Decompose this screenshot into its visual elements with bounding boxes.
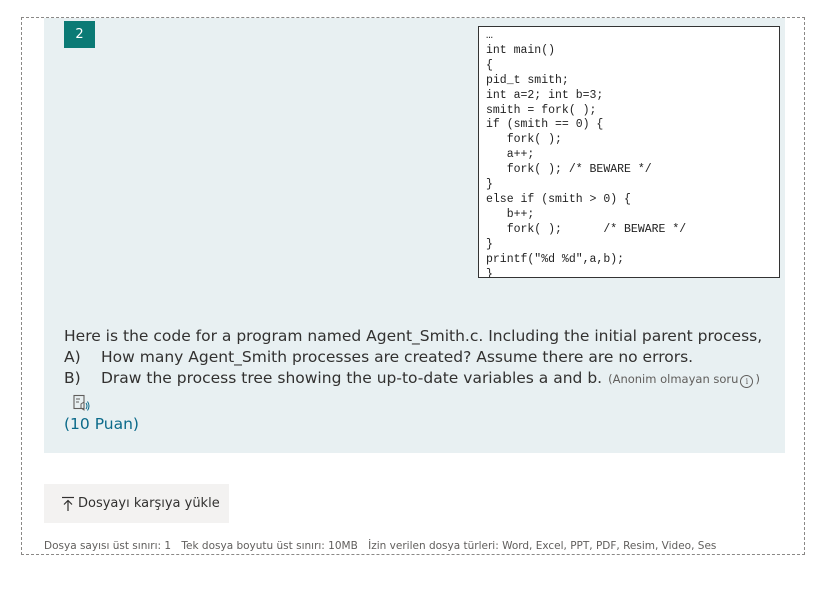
hint-close: ) xyxy=(755,372,760,386)
question-card: 2 … int main(){pid_t smith; int a=2; int b… xyxy=(21,17,805,555)
code-line: fork( ); /* BEWARE */ xyxy=(486,222,687,236)
immersive-reader-icon[interactable] xyxy=(64,394,779,414)
code-line: smith = fork( ); xyxy=(486,103,597,117)
code-line: printf("%d %d",a,b); xyxy=(486,252,625,266)
question-panel: 2 … int main(){pid_t smith; int a=2; int b… xyxy=(44,18,785,453)
code-line: { xyxy=(486,58,493,72)
part-a-text: How many Agent_Smith processes are creat… xyxy=(101,348,694,366)
part-a-prefix: A) xyxy=(64,348,81,366)
question-text: Here is the code for a program named Age… xyxy=(64,326,779,435)
question-intro: Here is the code for a program named Age… xyxy=(64,327,763,345)
part-b-prefix: B) xyxy=(64,369,81,387)
max-size-text: Tek dosya boyutu üst sınırı: 10MB xyxy=(181,540,358,552)
code-line: } xyxy=(486,267,493,278)
allowed-types-text: İzin verilen dosya türleri: Word, Excel,… xyxy=(368,540,717,552)
code-line: … xyxy=(486,29,493,42)
question-number-badge: 2 xyxy=(64,21,95,48)
question-part-b: B) Draw the process tree showing the up-… xyxy=(64,368,779,390)
code-line: else if (smith > 0) { xyxy=(486,192,631,206)
upload-button-label: Dosyayı karşıya yükle xyxy=(78,496,220,511)
upload-limits-footer: Dosya sayısı üst sınırı: 1 Tek dosya boy… xyxy=(44,540,723,552)
code-line: int main() xyxy=(486,43,556,57)
code-line: if (smith == 0) { xyxy=(486,118,604,132)
info-icon[interactable]: i xyxy=(740,375,754,388)
part-b-text: Draw the process tree showing the up-to-… xyxy=(101,369,603,387)
code-line: a++; xyxy=(486,148,535,162)
code-line: } xyxy=(486,178,493,192)
code-line: fork( ); /* BEWARE */ xyxy=(486,163,652,177)
upload-file-button[interactable]: Dosyayı karşıya yükle xyxy=(44,484,229,523)
max-files-text: Dosya sayısı üst sınırı: 1 xyxy=(44,540,172,552)
question-points: (10 Puan) xyxy=(64,415,139,433)
code-snippet-image: … int main(){pid_t smith; int a=2; int b=3… xyxy=(478,26,780,278)
hint-text: (Anonim olmayan soru xyxy=(608,372,739,386)
code-line: } xyxy=(486,237,493,251)
code-line: int a=2; int b=3; xyxy=(486,88,604,102)
upload-arrow-icon xyxy=(62,496,74,511)
code-line: fork( ); xyxy=(486,133,562,147)
code-line: pid_t smith; xyxy=(486,73,569,87)
non-anonymous-hint: (Anonim olmayan soru i) xyxy=(608,369,760,390)
code-line: b++; xyxy=(486,207,535,221)
question-part-a: A) How many Agent_Smith processes are cr… xyxy=(64,347,779,368)
